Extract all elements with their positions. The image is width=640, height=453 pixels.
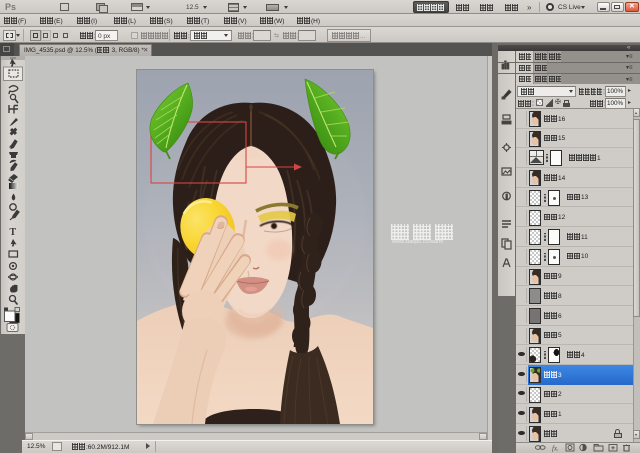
- svg-text:T: T: [10, 227, 17, 238]
- svg-text:fx.: fx.: [552, 445, 559, 453]
